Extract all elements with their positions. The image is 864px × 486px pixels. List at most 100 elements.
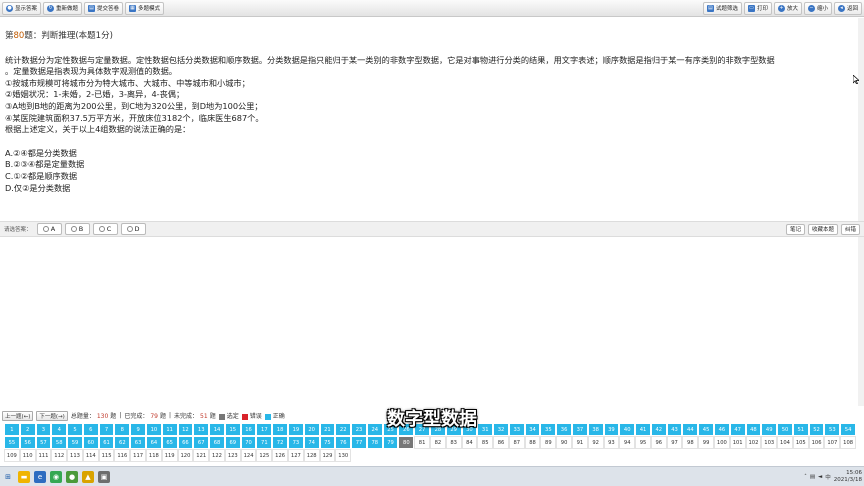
question-number-cell[interactable]: 91 bbox=[571, 436, 588, 449]
question-number-cell[interactable]: 28 bbox=[429, 423, 446, 436]
question-number-cell[interactable]: 113 bbox=[67, 449, 83, 462]
question-number-cell[interactable]: 103 bbox=[761, 436, 778, 449]
question-number-cell[interactable]: 90 bbox=[556, 436, 572, 449]
question-number-cell[interactable]: 116 bbox=[114, 449, 131, 462]
multi-mode-button[interactable]: ▦ 多题模式 bbox=[125, 1, 165, 15]
question-number-cell[interactable]: 104 bbox=[777, 436, 793, 449]
zoom-out-button[interactable]: − 缩小 bbox=[803, 1, 832, 15]
question-number-cell[interactable]: 51 bbox=[792, 423, 809, 436]
show-answer-button[interactable]: ● 显示答案 bbox=[2, 1, 42, 15]
question-number-cell[interactable]: 86 bbox=[493, 436, 509, 449]
question-number-cell[interactable]: 34 bbox=[524, 423, 541, 436]
question-number-cell[interactable]: 125 bbox=[256, 449, 273, 462]
question-number-cell[interactable]: 71 bbox=[256, 436, 273, 449]
question-number-cell[interactable]: 73 bbox=[287, 436, 304, 449]
question-number-cell[interactable]: 30 bbox=[461, 423, 478, 436]
question-number-cell[interactable]: 14 bbox=[209, 423, 225, 436]
question-number-cell[interactable]: 3 bbox=[35, 423, 52, 436]
question-number-cell[interactable]: 43 bbox=[666, 423, 683, 436]
question-number-cell[interactable]: 119 bbox=[161, 449, 178, 462]
question-number-cell[interactable]: 79 bbox=[382, 436, 399, 449]
next-question-button[interactable]: 下一题(→) bbox=[36, 410, 68, 421]
question-number-cell[interactable]: 126 bbox=[272, 449, 288, 462]
question-number-cell[interactable]: 127 bbox=[287, 449, 304, 462]
question-number-cell[interactable]: 64 bbox=[145, 436, 162, 449]
question-number-cell[interactable]: 4 bbox=[51, 423, 68, 436]
question-number-cell[interactable]: 95 bbox=[635, 436, 651, 449]
answer-option-c[interactable]: C bbox=[92, 223, 118, 235]
question-number-cell[interactable]: 96 bbox=[650, 436, 667, 449]
answer-option-b[interactable]: B bbox=[64, 223, 90, 235]
question-number-cell[interactable]: 29 bbox=[445, 423, 462, 436]
question-number-cell[interactable]: 98 bbox=[682, 436, 699, 449]
question-number-cell[interactable]: 60 bbox=[82, 436, 99, 449]
question-number-cell[interactable]: 53 bbox=[824, 423, 841, 436]
question-number-cell[interactable]: 69 bbox=[224, 436, 241, 449]
question-number-cell[interactable]: 83 bbox=[445, 436, 462, 449]
question-number-cell[interactable]: 109 bbox=[4, 449, 20, 462]
favorite-button[interactable]: 收藏本题 bbox=[807, 223, 838, 235]
question-number-cell[interactable]: 94 bbox=[619, 436, 636, 449]
question-number-cell[interactable]: 7 bbox=[98, 423, 115, 436]
question-number-cell[interactable]: 130 bbox=[335, 449, 352, 462]
ime-icon[interactable]: 中 bbox=[825, 473, 831, 481]
question-number-cell[interactable]: 10 bbox=[145, 423, 162, 436]
notes-button[interactable]: 笔记 bbox=[785, 223, 805, 235]
question-number-cell[interactable]: 89 bbox=[540, 436, 557, 449]
question-number-cell[interactable]: 24 bbox=[366, 423, 383, 436]
question-number-cell[interactable]: 122 bbox=[209, 449, 225, 462]
question-number-cell[interactable]: 46 bbox=[713, 423, 730, 436]
question-number-cell[interactable]: 121 bbox=[193, 449, 210, 462]
browser-icon[interactable]: e bbox=[34, 470, 46, 483]
question-number-cell[interactable]: 74 bbox=[303, 436, 320, 449]
zoom-in-button[interactable]: + 放大 bbox=[773, 1, 802, 15]
question-number-cell[interactable]: 66 bbox=[177, 436, 194, 449]
prev-question-button[interactable]: 上一题(←) bbox=[2, 410, 34, 421]
print-button[interactable]: ▭ 打印 bbox=[743, 1, 772, 15]
question-number-cell[interactable]: 17 bbox=[256, 423, 273, 436]
question-number-cell[interactable]: 81 bbox=[414, 436, 430, 449]
question-number-cell[interactable]: 67 bbox=[193, 436, 210, 449]
question-number-cell[interactable]: 72 bbox=[272, 436, 288, 449]
question-number-cell[interactable]: 13 bbox=[193, 423, 210, 436]
question-number-cell[interactable]: 37 bbox=[571, 423, 588, 436]
app-icon[interactable]: ● bbox=[66, 470, 78, 483]
question-number-cell[interactable]: 106 bbox=[808, 436, 825, 449]
folder-icon[interactable]: ▬ bbox=[18, 470, 30, 483]
question-number-cell[interactable]: 105 bbox=[792, 436, 809, 449]
question-number-cell[interactable]: 21 bbox=[319, 423, 336, 436]
question-number-cell[interactable]: 52 bbox=[808, 423, 825, 436]
question-number-cell[interactable]: 110 bbox=[19, 449, 36, 462]
question-number-cell[interactable]: 55 bbox=[4, 436, 20, 449]
chevron-up-icon[interactable]: ˄ bbox=[804, 474, 807, 480]
question-number-cell[interactable]: 107 bbox=[824, 436, 841, 449]
answer-option-d[interactable]: D bbox=[120, 223, 146, 235]
question-number-cell[interactable]: 57 bbox=[35, 436, 52, 449]
question-number-cell[interactable]: 16 bbox=[240, 423, 257, 436]
question-number-cell[interactable]: 70 bbox=[240, 436, 257, 449]
question-number-cell[interactable]: 88 bbox=[524, 436, 541, 449]
question-number-cell[interactable]: 33 bbox=[508, 423, 525, 436]
question-number-cell[interactable]: 12 bbox=[177, 423, 194, 436]
question-number-cell[interactable]: 77 bbox=[351, 436, 367, 449]
submit-button[interactable]: ▤ 提交答卷 bbox=[84, 1, 124, 15]
browser-icon[interactable]: ◉ bbox=[50, 470, 62, 483]
question-number-cell[interactable]: 31 bbox=[477, 423, 494, 436]
question-number-cell[interactable]: 47 bbox=[729, 423, 746, 436]
answer-option-a[interactable]: A bbox=[36, 223, 62, 235]
question-number-cell[interactable]: 8 bbox=[114, 423, 131, 436]
volume-icon[interactable]: ◄ bbox=[818, 474, 822, 480]
question-number-cell[interactable]: 58 bbox=[51, 436, 68, 449]
question-number-cell[interactable]: 50 bbox=[777, 423, 793, 436]
question-number-cell[interactable]: 59 bbox=[67, 436, 83, 449]
question-number-cell[interactable]: 19 bbox=[287, 423, 304, 436]
question-number-cell[interactable]: 25 bbox=[382, 423, 399, 436]
question-number-cell[interactable]: 82 bbox=[429, 436, 446, 449]
question-number-cell[interactable]: 48 bbox=[745, 423, 762, 436]
report-error-button[interactable]: 纠错 bbox=[840, 223, 860, 235]
question-number-cell[interactable]: 5 bbox=[67, 423, 83, 436]
question-number-cell[interactable]: 85 bbox=[477, 436, 494, 449]
question-number-cell[interactable]: 15 bbox=[224, 423, 241, 436]
question-number-cell[interactable]: 62 bbox=[114, 436, 131, 449]
question-number-cell[interactable]: 108 bbox=[840, 436, 856, 449]
